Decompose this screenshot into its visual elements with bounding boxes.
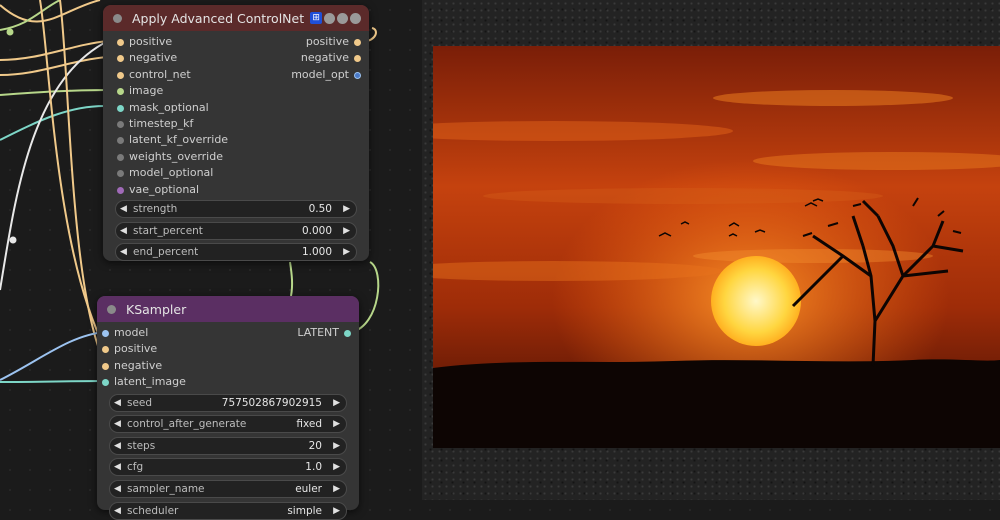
- slot-row: positive: [97, 341, 359, 357]
- node-title: KSampler: [126, 301, 187, 317]
- slot-row: positive positive: [103, 34, 369, 50]
- collapse-toggle-icon[interactable]: [113, 13, 122, 23]
- increment-arrow-icon[interactable]: ▶: [333, 459, 340, 475]
- strength-widget[interactable]: ◀ strength 0.50 ▶: [115, 199, 357, 218]
- widget-label: seed: [127, 396, 153, 409]
- workflow-canvas[interactable]: Apply Advanced ControlNet ⊞ positive pos…: [0, 0, 1000, 520]
- widget-value: 0.50: [308, 202, 332, 215]
- sampler-name-widget[interactable]: ◀ sampler_name euler ▶: [109, 479, 347, 498]
- slot-label: latent_kf_override: [129, 133, 229, 147]
- slot-label: positive: [305, 35, 349, 48]
- steps-widget[interactable]: ◀ steps 20 ▶: [109, 436, 347, 455]
- slot-label: model_optional: [129, 166, 214, 180]
- badge-circle-icon: [337, 12, 349, 24]
- node-header[interactable]: Apply Advanced ControlNet ⊞: [103, 5, 369, 31]
- node-header[interactable]: KSampler: [97, 296, 359, 322]
- cfg-widget[interactable]: ◀ cfg 1.0 ▶: [109, 458, 347, 477]
- widget-label: strength: [133, 202, 178, 215]
- decrement-arrow-icon[interactable]: ◀: [120, 223, 127, 239]
- widget-label: cfg: [127, 461, 144, 474]
- slot-label: weights_override: [129, 149, 223, 163]
- slot-row: weights_override: [103, 149, 369, 165]
- widget-value: 0.000: [301, 224, 332, 237]
- ksampler-node[interactable]: KSampler model LATENT positive negative …: [97, 296, 359, 520]
- slot-label: model_opt: [291, 67, 349, 81]
- decrement-arrow-icon[interactable]: ◀: [114, 503, 121, 519]
- slot-row: latent_kf_override: [103, 132, 369, 148]
- widget-value: euler: [295, 482, 322, 495]
- slot-label: negative: [129, 51, 178, 65]
- slot-row: negative negative: [103, 50, 369, 66]
- increment-arrow-icon[interactable]: ▶: [333, 416, 340, 432]
- badge-circle-icon: [324, 12, 336, 24]
- widget-label: steps: [127, 439, 156, 452]
- slot-label: image: [129, 84, 164, 98]
- widget-value: 757502867902915: [221, 396, 322, 409]
- grid-badge-icon: ⊞: [310, 12, 323, 24]
- widget-value: fixed: [296, 418, 322, 431]
- slot-label: vae_optional: [129, 182, 200, 196]
- increment-arrow-icon[interactable]: ▶: [333, 481, 340, 497]
- slot-label: negative: [114, 358, 163, 372]
- decrement-arrow-icon[interactable]: ◀: [120, 244, 127, 260]
- slot-row: control_net model_opt: [103, 67, 369, 83]
- widget-label: control_after_generate: [127, 418, 247, 431]
- widget-value: 1.000: [301, 246, 332, 259]
- widget-label: scheduler: [127, 504, 179, 517]
- widget-value: 20: [308, 439, 322, 452]
- scheduler-widget[interactable]: ◀ scheduler simple ▶: [109, 501, 347, 520]
- increment-arrow-icon[interactable]: ▶: [333, 503, 340, 519]
- node-title: Apply Advanced ControlNet: [132, 10, 305, 26]
- start-percent-widget[interactable]: ◀ start_percent 0.000 ▶: [115, 221, 357, 240]
- slot-row: vae_optional: [103, 182, 369, 198]
- control-after-generate-widget[interactable]: ◀ control_after_generate fixed ▶: [109, 415, 347, 434]
- slot-label: mask_optional: [129, 100, 209, 114]
- end-percent-widget[interactable]: ◀ end_percent 1.000 ▶: [115, 243, 357, 262]
- increment-arrow-icon[interactable]: ▶: [343, 223, 350, 239]
- slot-row: negative: [97, 358, 359, 374]
- widget-value: 1.0: [305, 461, 322, 474]
- preview-image[interactable]: [433, 46, 1000, 448]
- apply-advanced-controlnet-node[interactable]: Apply Advanced ControlNet ⊞ positive pos…: [103, 5, 369, 262]
- slot-row: model_optional: [103, 165, 369, 181]
- increment-arrow-icon[interactable]: ▶: [333, 395, 340, 411]
- slot-label: positive: [129, 35, 173, 48]
- widget-label: end_percent: [133, 246, 199, 259]
- slot-label: model: [114, 326, 149, 339]
- slot-label: negative: [300, 51, 349, 65]
- increment-arrow-icon[interactable]: ▶: [343, 201, 350, 217]
- increment-arrow-icon[interactable]: ▶: [333, 438, 340, 454]
- slot-row: image: [103, 83, 369, 99]
- sunset-tree-image: [433, 46, 1000, 448]
- slot-label: timestep_kf: [129, 116, 194, 130]
- slot-label: control_net: [129, 67, 191, 81]
- badge-circle-icon: [350, 12, 362, 24]
- seed-widget[interactable]: ◀ seed 757502867902915 ▶: [109, 393, 347, 412]
- widget-label: start_percent: [133, 224, 203, 237]
- decrement-arrow-icon[interactable]: ◀: [114, 459, 121, 475]
- collapse-toggle-icon[interactable]: [107, 304, 116, 314]
- slot-label: latent_image: [114, 375, 186, 389]
- widget-value: simple: [287, 504, 322, 517]
- decrement-arrow-icon[interactable]: ◀: [114, 481, 121, 497]
- slot-row: mask_optional: [103, 100, 369, 116]
- decrement-arrow-icon[interactable]: ◀: [114, 395, 121, 411]
- slot-row: latent_image: [97, 374, 359, 390]
- slot-label: positive: [114, 342, 158, 356]
- slot-row: timestep_kf: [103, 116, 369, 132]
- decrement-arrow-icon[interactable]: ◀: [114, 416, 121, 432]
- decrement-arrow-icon[interactable]: ◀: [114, 438, 121, 454]
- widget-label: sampler_name: [127, 482, 205, 495]
- decrement-arrow-icon[interactable]: ◀: [120, 201, 127, 217]
- slot-label: LATENT: [297, 326, 339, 339]
- increment-arrow-icon[interactable]: ▶: [343, 244, 350, 260]
- slot-row: model LATENT: [97, 325, 359, 341]
